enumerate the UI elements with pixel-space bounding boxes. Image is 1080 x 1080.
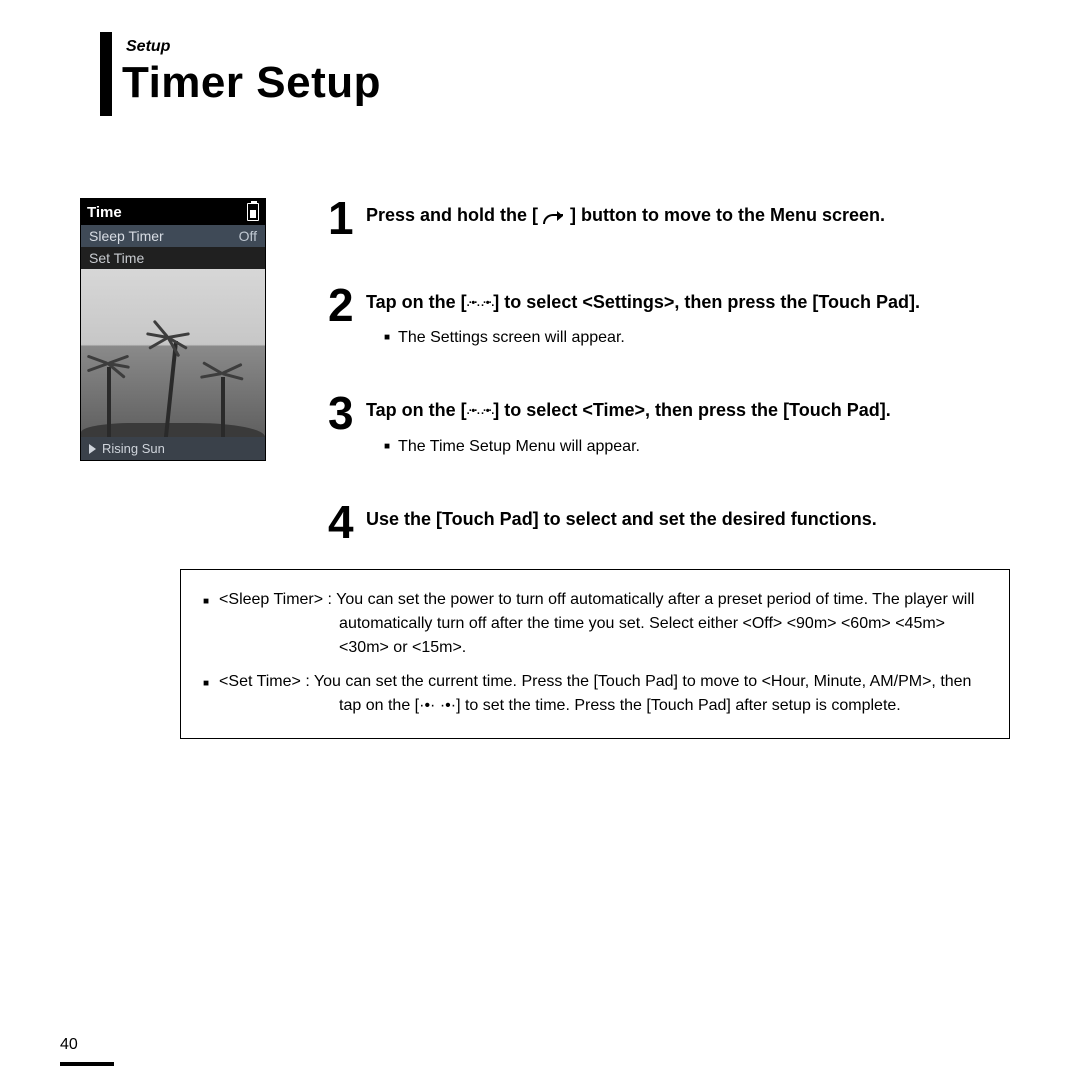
device-row-set-time: Set Time [81, 247, 265, 269]
step-sub: The Time Setup Menu will appear. [366, 438, 1020, 456]
details-box: ■ <Sleep Timer> : You can set the power … [180, 569, 1010, 739]
step-number: 3 [328, 393, 366, 434]
device-nowplaying: Rising Sun [81, 437, 265, 460]
bullet-icon: ■ [203, 676, 209, 718]
step-3: 3 Tap on the [] to select <Time>, then p… [328, 393, 1020, 455]
updown-icon [467, 404, 494, 420]
page-title: Timer Setup [122, 58, 1020, 108]
device-row-value: Off [239, 228, 257, 244]
battery-icon [247, 203, 259, 221]
device-row-sleep-timer: Sleep Timer Off [81, 225, 265, 247]
device-nowplaying-label: Rising Sun [102, 441, 165, 456]
step-number: 1 [328, 198, 366, 239]
step-sub: The Settings screen will appear. [366, 329, 1020, 347]
step-lead: Tap on the [] to select <Settings>, then… [366, 289, 1020, 315]
device-row-label: Set Time [89, 250, 144, 266]
title-block: Setup Timer Setup [80, 38, 1020, 108]
detail-sleep-timer: ■ <Sleep Timer> : You can set the power … [203, 588, 987, 660]
step-1: 1 Press and hold the [ ] button to move … [328, 198, 1020, 239]
step-lead: Use the [Touch Pad] to select and set th… [366, 506, 1020, 532]
step-number: 4 [328, 502, 366, 543]
step-lead: Press and hold the [ ] button to move to… [366, 202, 1020, 228]
step-2: 2 Tap on the [] to select <Settings>, th… [328, 285, 1020, 347]
device-wallpaper [81, 269, 265, 437]
title-rule [100, 32, 112, 116]
steps-list: 1 Press and hold the [ ] button to move … [310, 198, 1020, 561]
device-row-label: Sleep Timer [89, 228, 164, 244]
step-4: 4 Use the [Touch Pad] to select and set … [328, 502, 1020, 543]
device-screenshot: Time Sleep Timer Off Set Time [80, 198, 310, 461]
updown-icon [467, 296, 494, 312]
manual-page: Setup Timer Setup Time Sleep Timer Off S… [0, 0, 1080, 1080]
step-lead: Tap on the [] to select <Time>, then pre… [366, 397, 1020, 423]
section-eyebrow: Setup [122, 38, 1020, 56]
device-header: Time [81, 199, 265, 225]
step-number: 2 [328, 285, 366, 326]
device-header-title: Time [87, 204, 122, 221]
play-icon [89, 444, 96, 454]
back-arrow-icon [543, 208, 565, 222]
detail-set-time: ■ <Set Time> : You can set the current t… [203, 670, 987, 718]
page-number-rule [60, 1062, 114, 1066]
bullet-icon: ■ [203, 594, 209, 660]
page-number: 40 [60, 1036, 78, 1054]
